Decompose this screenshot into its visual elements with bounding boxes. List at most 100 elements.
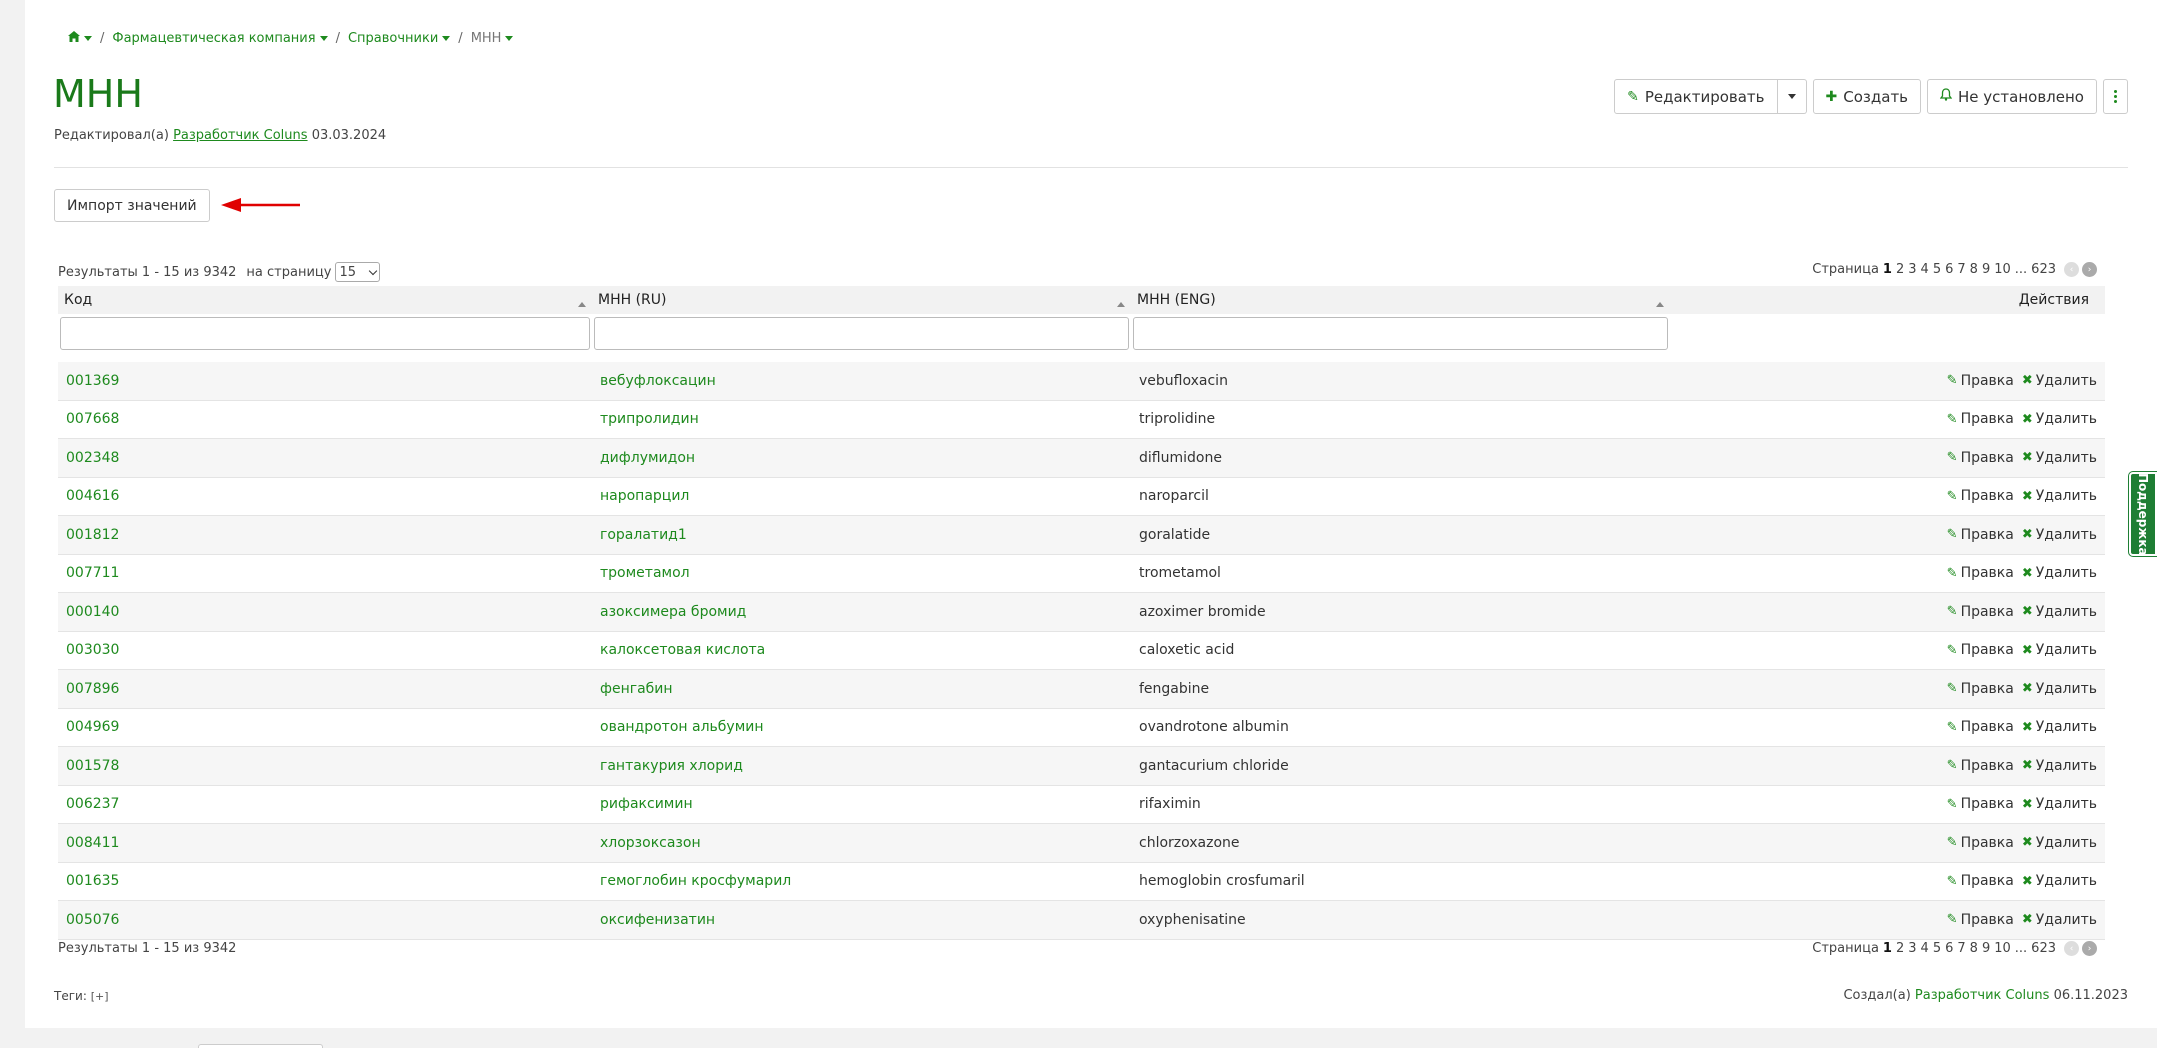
page-link-4[interactable]: 4 xyxy=(1921,262,1929,277)
delete-row-button[interactable]: ✖ Удалить xyxy=(2022,835,2097,851)
next-page-icon[interactable]: › xyxy=(2082,262,2097,277)
edit-row-button[interactable]: ✎ Правка xyxy=(1947,488,2014,504)
delete-row-button[interactable]: ✖ Удалить xyxy=(2022,411,2097,427)
edit-button[interactable]: ✎ Редактировать xyxy=(1614,79,1778,114)
edit-row-button[interactable]: ✎ Правка xyxy=(1947,796,2014,812)
name-ru-link[interactable]: дифлумидон xyxy=(600,450,695,466)
name-ru-link[interactable]: гемоглобин кросфумарил xyxy=(600,873,791,889)
filter-eng-input[interactable] xyxy=(1133,316,1668,350)
delete-row-button[interactable]: ✖ Удалить xyxy=(2022,873,2097,889)
code-link[interactable]: 007711 xyxy=(66,565,119,581)
page-link-5[interactable]: 5 xyxy=(1933,941,1941,956)
column-header-ru[interactable]: МНН (RU) xyxy=(592,292,1131,308)
code-link[interactable]: 002348 xyxy=(66,450,119,466)
edited-by-link[interactable]: Разработчик Coluns xyxy=(173,128,308,143)
page-link-9[interactable]: 9 xyxy=(1982,262,1990,277)
code-link[interactable]: 001635 xyxy=(66,873,119,889)
delete-row-button[interactable]: ✖ Удалить xyxy=(2022,488,2097,504)
page-link-6[interactable]: 6 xyxy=(1945,941,1953,956)
code-link[interactable]: 004969 xyxy=(66,719,119,735)
delete-row-button[interactable]: ✖ Удалить xyxy=(2022,604,2097,620)
delete-row-button[interactable]: ✖ Удалить xyxy=(2022,681,2097,697)
page-link-7[interactable]: 7 xyxy=(1957,941,1965,956)
page-link-3[interactable]: 3 xyxy=(1908,941,1916,956)
edit-row-button[interactable]: ✎ Правка xyxy=(1947,758,2014,774)
edit-row-button[interactable]: ✎ Правка xyxy=(1947,642,2014,658)
prev-page-icon[interactable]: ‹ xyxy=(2064,262,2079,277)
page-link-5[interactable]: 5 xyxy=(1933,262,1941,277)
home-icon[interactable] xyxy=(68,31,92,46)
edit-row-button[interactable]: ✎ Правка xyxy=(1947,873,2014,889)
name-ru-link[interactable]: трометамол xyxy=(600,565,690,581)
page-link-last[interactable]: 623 xyxy=(2031,941,2056,956)
delete-row-button[interactable]: ✖ Удалить xyxy=(2022,912,2097,928)
breadcrumb-item-references[interactable]: Справочники xyxy=(348,31,451,46)
edit-row-button[interactable]: ✎ Правка xyxy=(1947,681,2014,697)
name-ru-link[interactable]: трипролидин xyxy=(600,411,699,427)
delete-row-button[interactable]: ✖ Удалить xyxy=(2022,796,2097,812)
breadcrumb-item-company[interactable]: Фармацевтическая компания xyxy=(112,31,328,46)
edit-row-button[interactable]: ✎ Правка xyxy=(1947,527,2014,543)
import-values-button[interactable]: Импорт значений xyxy=(54,189,210,222)
delete-row-button[interactable]: ✖ Удалить xyxy=(2022,642,2097,658)
support-tab[interactable]: Поддержка xyxy=(2129,472,2157,556)
page-link-4[interactable]: 4 xyxy=(1921,941,1929,956)
delete-row-button[interactable]: ✖ Удалить xyxy=(2022,565,2097,581)
name-ru-link[interactable]: вебуфлоксацин xyxy=(600,373,716,389)
edit-row-button[interactable]: ✎ Правка xyxy=(1947,719,2014,735)
name-ru-link[interactable]: овандротон альбумин xyxy=(600,719,764,735)
name-ru-link[interactable]: горалатид1 xyxy=(600,527,687,543)
code-link[interactable]: 004616 xyxy=(66,488,119,504)
filter-ru-input[interactable] xyxy=(594,316,1129,350)
name-ru-link[interactable]: наропарцил xyxy=(600,488,689,504)
more-options-button[interactable] xyxy=(2103,79,2128,114)
page-link-3[interactable]: 3 xyxy=(1908,262,1916,277)
page-link-9[interactable]: 9 xyxy=(1982,941,1990,956)
notification-button[interactable]: Не установлено xyxy=(1927,79,2097,114)
edit-row-button[interactable]: ✎ Правка xyxy=(1947,912,2014,928)
page-link-10[interactable]: 10 xyxy=(1994,941,2011,956)
code-link[interactable]: 005076 xyxy=(66,912,119,928)
breadcrumb-current[interactable]: МНН xyxy=(471,31,514,46)
code-link[interactable]: 001578 xyxy=(66,758,119,774)
code-link[interactable]: 007896 xyxy=(66,681,119,697)
page-link-7[interactable]: 7 xyxy=(1957,262,1965,277)
name-ru-link[interactable]: оксифенизатин xyxy=(600,912,715,928)
name-ru-link[interactable]: калоксетовая кислота xyxy=(600,642,765,658)
edit-row-button[interactable]: ✎ Правка xyxy=(1947,373,2014,389)
edit-row-button[interactable]: ✎ Правка xyxy=(1947,411,2014,427)
page-link-10[interactable]: 10 xyxy=(1994,262,2011,277)
delete-row-button[interactable]: ✖ Удалить xyxy=(2022,450,2097,466)
per-page-select[interactable]: 15 xyxy=(335,262,381,282)
column-header-eng[interactable]: МНН (ENG) xyxy=(1131,292,1670,308)
page-link-8[interactable]: 8 xyxy=(1970,941,1978,956)
add-tag-button[interactable]: [+] xyxy=(91,990,109,1003)
page-link-2[interactable]: 2 xyxy=(1896,262,1904,277)
edit-row-button[interactable]: ✎ Правка xyxy=(1947,604,2014,620)
page-link-2[interactable]: 2 xyxy=(1896,941,1904,956)
code-link[interactable]: 000140 xyxy=(66,604,119,620)
delete-row-button[interactable]: ✖ Удалить xyxy=(2022,758,2097,774)
delete-row-button[interactable]: ✖ Удалить xyxy=(2022,373,2097,389)
code-link[interactable]: 007668 xyxy=(66,411,119,427)
filter-code-input[interactable] xyxy=(60,316,590,350)
created-by-link[interactable]: Разработчик Coluns xyxy=(1915,988,2050,1003)
prev-page-icon[interactable]: ‹ xyxy=(2064,941,2079,956)
page-link-8[interactable]: 8 xyxy=(1970,262,1978,277)
page-link-1[interactable]: 1 xyxy=(1883,262,1892,277)
name-ru-link[interactable]: азоксимера бромид xyxy=(600,604,746,620)
page-link-1[interactable]: 1 xyxy=(1883,941,1892,956)
code-link[interactable]: 006237 xyxy=(66,796,119,812)
code-link[interactable]: 008411 xyxy=(66,835,119,851)
delete-row-button[interactable]: ✖ Удалить xyxy=(2022,719,2097,735)
create-button[interactable]: ✚ Создать xyxy=(1812,79,1922,114)
edit-row-button[interactable]: ✎ Правка xyxy=(1947,565,2014,581)
page-link-last[interactable]: 623 xyxy=(2031,262,2056,277)
name-ru-link[interactable]: гантакурия хлорид xyxy=(600,758,743,774)
code-link[interactable]: 003030 xyxy=(66,642,119,658)
name-ru-link[interactable]: хлорзоксазон xyxy=(600,835,701,851)
name-ru-link[interactable]: рифаксимин xyxy=(600,796,693,812)
code-link[interactable]: 001369 xyxy=(66,373,119,389)
delete-row-button[interactable]: ✖ Удалить xyxy=(2022,527,2097,543)
edit-row-button[interactable]: ✎ Правка xyxy=(1947,450,2014,466)
